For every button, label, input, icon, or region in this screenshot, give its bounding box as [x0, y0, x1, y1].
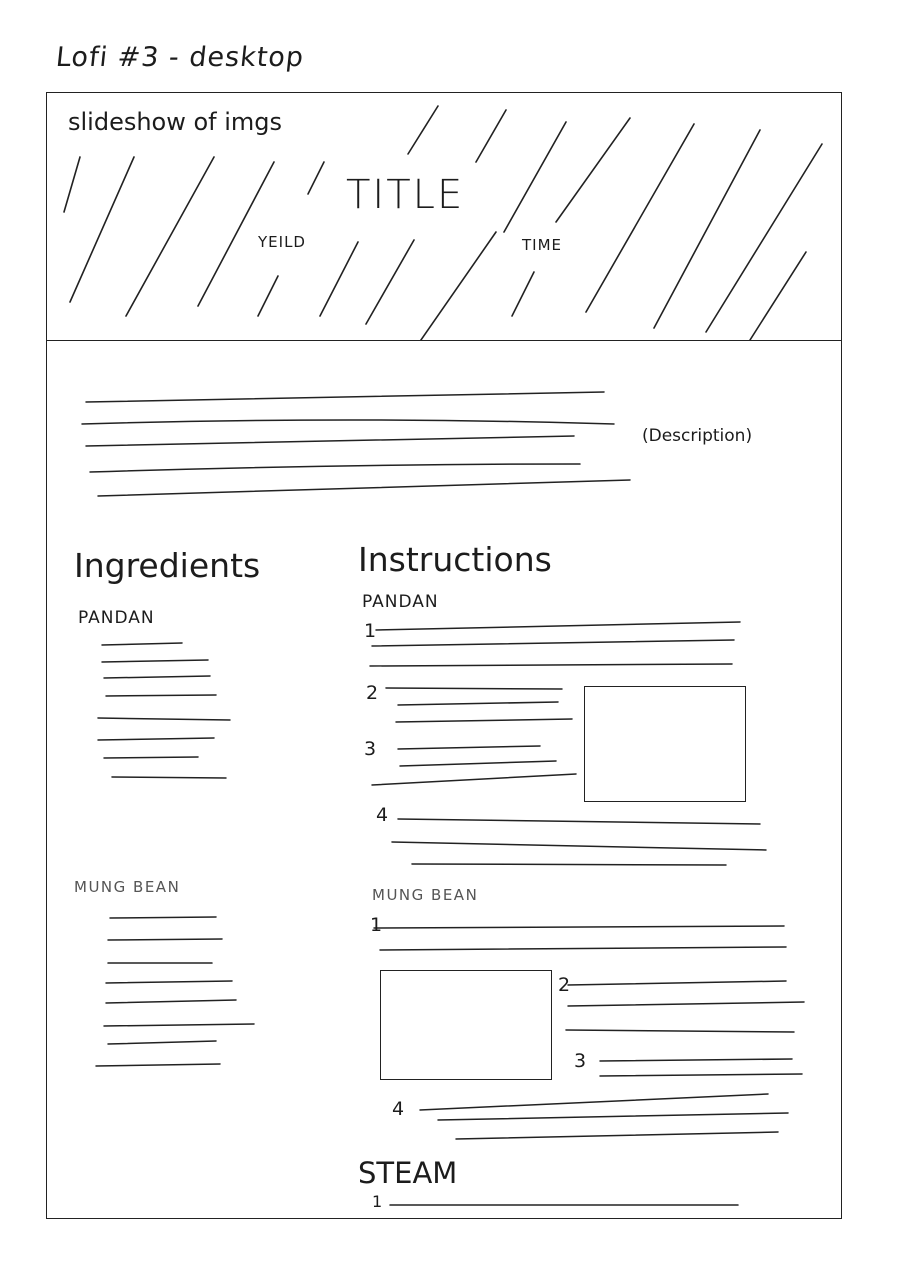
- step-image-placeholder: [380, 970, 552, 1080]
- recipe-title: TITLE: [346, 172, 465, 218]
- step-number: 2: [366, 682, 379, 704]
- instruction-group-title: STEAM: [358, 1156, 458, 1190]
- instruction-group-title: MUNG BEAN: [372, 886, 479, 904]
- step-number: 4: [392, 1098, 405, 1120]
- step-number: 4: [376, 804, 389, 826]
- ingredient-group-title: MUNG BEAN: [74, 878, 181, 896]
- description-note: (Description): [642, 426, 753, 446]
- yield-label: YEILD: [258, 233, 306, 251]
- step-number: 2: [558, 974, 571, 996]
- step-number: 3: [574, 1050, 587, 1072]
- step-image-placeholder: [584, 686, 746, 802]
- instruction-group-title: PANDAN: [362, 592, 439, 612]
- ingredients-heading: Ingredients: [74, 546, 261, 585]
- step-number: 1: [372, 1192, 383, 1211]
- ingredient-group-title: PANDAN: [78, 608, 155, 628]
- step-number: 3: [364, 738, 377, 760]
- slideshow-label: slideshow of imgs: [68, 108, 283, 136]
- instructions-heading: Instructions: [358, 540, 552, 579]
- step-number: 1: [364, 620, 377, 642]
- time-label: TIME: [522, 236, 563, 254]
- step-number: 1: [370, 914, 383, 936]
- page-heading: Lofi #3 - desktop: [54, 42, 306, 73]
